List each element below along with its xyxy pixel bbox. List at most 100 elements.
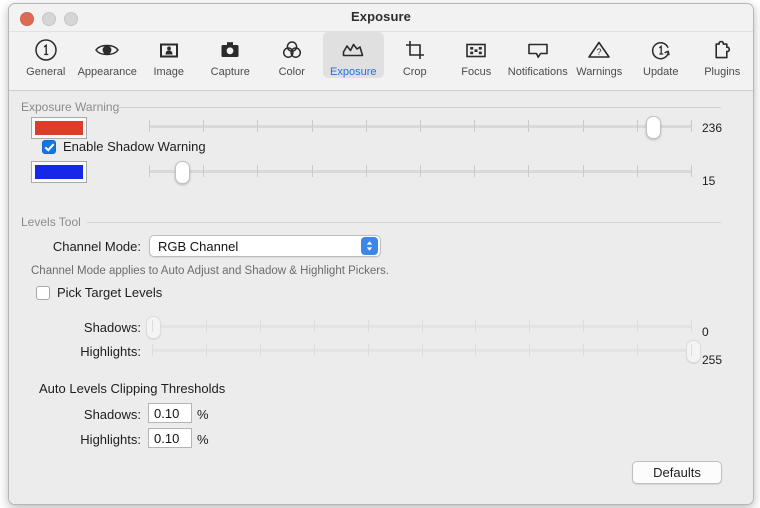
- levels-tool-group-title: Levels Tool: [21, 215, 81, 229]
- toolbar-label-general: General: [26, 66, 66, 78]
- toolbar-item-focus[interactable]: Focus: [446, 32, 508, 78]
- slider-tick: [311, 165, 313, 177]
- slider-tick: [691, 320, 692, 332]
- slider-tick: [313, 344, 315, 356]
- toolbar-item-color[interactable]: Color: [261, 32, 323, 78]
- shadow-warning-slider-knob[interactable]: [174, 161, 190, 184]
- toolbar-item-notifications[interactable]: Notifications: [507, 32, 569, 78]
- toolbar-item-plugins[interactable]: Plugins: [692, 32, 754, 78]
- defaults-button[interactable]: Defaults: [632, 461, 722, 484]
- toolbar-label-appearance: Appearance: [77, 66, 137, 78]
- slider-tick: [259, 344, 261, 356]
- slider-tick: [528, 165, 530, 177]
- slider-tick: [637, 320, 639, 332]
- refresh-one-icon: [649, 35, 673, 65]
- auto-levels-highlights-input[interactable]: 0.10: [148, 428, 192, 448]
- slider-tick: [636, 120, 638, 132]
- levels-shadows-slider[interactable]: [146, 316, 692, 339]
- toolbar-item-crop[interactable]: Crop: [384, 32, 446, 78]
- slider-tick: [367, 344, 369, 356]
- slider-tick: [365, 120, 367, 132]
- auto-levels-shadows-unit: %: [197, 407, 209, 422]
- exposure-warning-rule: [117, 107, 721, 108]
- slider-tick: [311, 120, 313, 132]
- levels-shadows-slider-knob[interactable]: [146, 316, 161, 339]
- auto-levels-highlights-unit: %: [197, 432, 209, 447]
- slider-tick: [152, 344, 153, 356]
- eye-icon: [94, 35, 120, 65]
- slider-tick: [205, 320, 207, 332]
- slider-tick: [691, 344, 692, 356]
- slider-tick: [582, 120, 584, 132]
- toolbar-label-warnings: Warnings: [576, 66, 623, 78]
- slider-tick: [475, 320, 477, 332]
- crop-icon: [403, 35, 427, 65]
- toolbar-item-warnings[interactable]: ? Warnings: [569, 32, 631, 78]
- enable-shadow-warning-row[interactable]: Enable Shadow Warning: [42, 139, 206, 154]
- channel-mode-value: RGB Channel: [158, 238, 239, 254]
- toolbar-label-update: Update: [643, 66, 679, 78]
- slider-tick: [420, 165, 421, 177]
- slider-tick: [367, 320, 369, 332]
- toolbar-label-focus: Focus: [461, 66, 492, 78]
- toolbar-item-update[interactable]: Update: [630, 32, 692, 78]
- focus-grid-icon: [463, 35, 489, 65]
- slider-tick: [205, 344, 207, 356]
- histogram-icon: [340, 35, 366, 65]
- circled-one-icon: [34, 35, 58, 65]
- auto-levels-title: Auto Levels Clipping Thresholds: [39, 381, 226, 396]
- toolbar-item-image[interactable]: Image: [138, 32, 200, 78]
- slider-tick: [421, 320, 423, 332]
- shadow-warning-slider[interactable]: [149, 161, 692, 184]
- levels-highlights-slider-knob[interactable]: [686, 340, 701, 363]
- slider-tick: [149, 120, 150, 132]
- toolbar-item-capture[interactable]: Capture: [200, 32, 262, 78]
- highlight-warning-color-well[interactable]: [31, 117, 87, 139]
- toolbar-item-appearance[interactable]: Appearance: [77, 32, 139, 78]
- pick-target-levels-row[interactable]: Pick Target Levels: [36, 285, 162, 300]
- toolbar-label-plugins: Plugins: [704, 66, 741, 78]
- slider-tick: [149, 165, 150, 177]
- highlight-warning-slider[interactable]: [149, 116, 692, 139]
- auto-levels-shadows-input[interactable]: 0.10: [148, 403, 192, 423]
- levels-shadows-label: Shadows:: [83, 320, 141, 335]
- picture-frame-icon: [157, 35, 181, 65]
- camera-icon: [218, 35, 242, 65]
- color-circles-icon: [279, 35, 305, 65]
- slider-tick: [259, 320, 261, 332]
- toolbar-label-color: Color: [278, 66, 305, 78]
- toolbar-label-image: Image: [153, 66, 185, 78]
- slider-tick: [475, 344, 477, 356]
- slider-tick: [528, 120, 530, 132]
- preferences-window: Exposure General Appearance Image Captur…: [8, 3, 754, 505]
- slider-tick: [257, 120, 259, 132]
- auto-levels-shadows-label: Shadows:: [83, 407, 141, 422]
- highlight-warning-color-fill: [35, 121, 83, 135]
- levels-highlights-slider[interactable]: [152, 340, 701, 363]
- shadow-warning-color-well[interactable]: [31, 161, 87, 183]
- warning-triangle-icon: ?: [586, 35, 612, 65]
- slider-tick: [583, 320, 585, 332]
- toolbar-item-exposure[interactable]: Exposure: [322, 32, 384, 78]
- channel-mode-note: Channel Mode applies to Auto Adjust and …: [31, 265, 389, 277]
- toolbar-label-crop: Crop: [402, 66, 427, 78]
- slider-tick: [152, 320, 153, 332]
- toolbar-item-general[interactable]: General: [15, 32, 77, 78]
- pick-target-levels-checkbox[interactable]: [36, 285, 50, 300]
- shadow-warning-color-fill: [35, 165, 83, 179]
- channel-mode-label: Channel Mode:: [52, 239, 141, 254]
- svg-text:?: ?: [597, 47, 602, 57]
- slider-tick: [529, 344, 531, 356]
- slider-tick: [474, 120, 476, 132]
- preferences-content: Exposure Warning 236 Enable Shadow Warni…: [9, 91, 753, 504]
- highlight-warning-slider-knob[interactable]: [645, 116, 661, 139]
- levels-highlights-label: Highlights:: [80, 344, 141, 359]
- chevron-up-down-icon: [361, 237, 378, 255]
- enable-shadow-warning-checkbox[interactable]: [42, 139, 56, 154]
- slider-tick: [529, 320, 531, 332]
- slider-tick: [691, 120, 692, 132]
- channel-mode-popup[interactable]: RGB Channel: [149, 235, 381, 257]
- slider-tick: [203, 165, 205, 177]
- slider-tick: [203, 120, 205, 132]
- toolbar-label-notifications: Notifications: [507, 66, 568, 78]
